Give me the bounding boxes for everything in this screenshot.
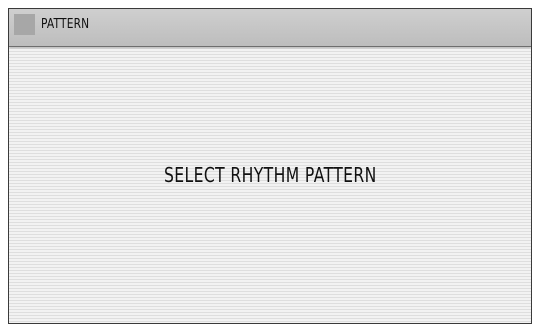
title-icon: [14, 14, 35, 35]
pattern-screen: PATTERN SELECT RHYTHM PATTERN: [8, 8, 532, 324]
title-bar: PATTERN: [9, 9, 531, 47]
select-message-text: SELECT RHYTHM PATTERN: [163, 163, 377, 187]
content-area: SELECT RHYTHM PATTERN: [9, 49, 531, 323]
select-message: SELECT RHYTHM PATTERN: [9, 163, 531, 187]
window-title: PATTERN: [41, 17, 90, 32]
